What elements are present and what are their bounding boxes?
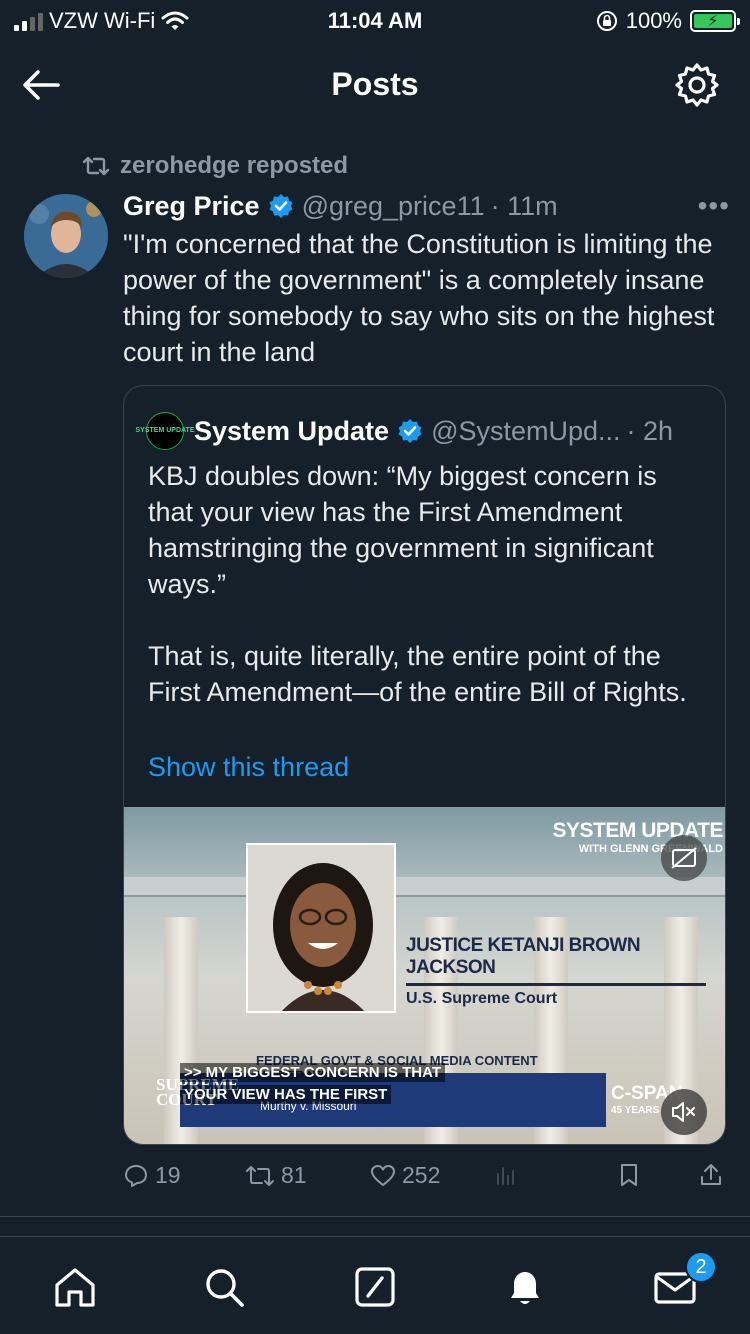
name-plate: JUSTICE KETANJI BROWN JACKSON U.S. Supre… [406, 935, 706, 1008]
bookmark-icon [621, 1164, 637, 1186]
quote-paragraph: KBJ doubles down: “My biggest concern is… [148, 461, 657, 599]
quote-header: SYSTEM UPDATE System Update @SystemUpd..… [136, 412, 707, 450]
bottom-tab-bar: 2 [0, 1236, 750, 1334]
messages-tab[interactable]: 2 [653, 1251, 717, 1309]
messages-badge: 2 [685, 1251, 717, 1283]
quote-text: KBJ doubles down: “My biggest concern is… [148, 458, 705, 746]
captions-off-icon [671, 847, 697, 869]
repost-button[interactable]: 81 [245, 1162, 307, 1189]
author-avatar[interactable] [24, 194, 108, 278]
repost-icon [82, 156, 110, 176]
quote-paragraph: That is, quite literally, the entire poi… [148, 641, 687, 707]
tweet-actions: 19 81 252 [123, 1162, 729, 1198]
notifications-bell-icon[interactable] [503, 1265, 547, 1309]
verified-badge-icon [269, 194, 293, 218]
analytics-icon [497, 1167, 514, 1185]
quote-author-handle[interactable]: @SystemUpd... [431, 416, 620, 447]
repost-icon [246, 1165, 274, 1186]
like-count: 252 [402, 1162, 441, 1188]
repost-count: 81 [281, 1162, 307, 1188]
quoted-tweet-card[interactable]: SYSTEM UPDATE System Update @SystemUpd..… [123, 385, 726, 1145]
mute-button[interactable] [661, 1089, 707, 1135]
reply-count: 19 [155, 1162, 181, 1188]
battery-percent: 100% [625, 8, 682, 33]
compose-icon[interactable] [353, 1265, 397, 1309]
views-button[interactable] [495, 1162, 517, 1186]
building-cornice [124, 877, 725, 897]
closed-caption-line: >> MY BIGGEST CONCERN IS THAT [180, 1063, 445, 1082]
speaker-portrait [246, 843, 396, 1013]
settings-gear-icon[interactable] [674, 62, 720, 108]
closed-caption-line: YOUR VIEW HAS THE FIRST [180, 1085, 392, 1104]
show-thread-link[interactable]: Show this thread [148, 752, 349, 783]
heart-icon [371, 1164, 395, 1186]
video-player[interactable]: JUSTICE KETANJI BROWN JACKSON U.S. Supre… [124, 807, 725, 1144]
divider [0, 1216, 750, 1217]
reply-icon [125, 1164, 147, 1187]
avatar-photo [24, 194, 108, 278]
speaker-muted-icon [672, 1102, 695, 1122]
tweet-header: Greg Price @greg_price11 · 11m ••• [123, 190, 730, 222]
charging-bolt-icon: ⚡ [707, 13, 719, 30]
tweet-time: · 11m [490, 190, 558, 221]
verified-badge-icon [398, 419, 422, 443]
quote-time: · 2h [626, 415, 674, 446]
home-icon[interactable] [53, 1265, 97, 1309]
quote-author-avatar[interactable]: SYSTEM UPDATE [136, 412, 195, 450]
search-icon[interactable] [202, 1265, 246, 1309]
like-button[interactable]: 252 [370, 1162, 440, 1189]
orientation-lock-icon [596, 11, 617, 31]
top-nav-bar: Posts [0, 50, 750, 120]
share-icon [701, 1164, 721, 1185]
author-name[interactable]: Greg Price [123, 191, 260, 222]
tweet-text: "I'm concerned that the Constitution is … [123, 229, 715, 367]
name-plate-title: JUSTICE KETANJI BROWN JACKSON [406, 935, 641, 978]
closed-captions-button[interactable] [661, 835, 707, 881]
repost-label: zerohedge reposted [120, 152, 349, 179]
name-plate-subtitle: U.S. Supreme Court [406, 990, 558, 1007]
repost-indicator[interactable]: zerohedge reposted [82, 152, 348, 180]
status-right: 100% ⚡ [596, 8, 740, 34]
author-handle[interactable]: @greg_price11 [302, 191, 485, 222]
page-title: Posts [331, 66, 419, 102]
status-bar: VZW Wi-Fi 11:04 AM 100% ⚡ [0, 0, 750, 40]
reply-button[interactable]: 19 [123, 1162, 181, 1189]
bookmark-button[interactable] [617, 1162, 641, 1188]
more-options-button[interactable]: ••• [698, 190, 730, 222]
share-button[interactable] [699, 1162, 723, 1188]
quote-author-name[interactable]: System Update [194, 416, 389, 447]
battery-icon: ⚡ [690, 10, 740, 32]
